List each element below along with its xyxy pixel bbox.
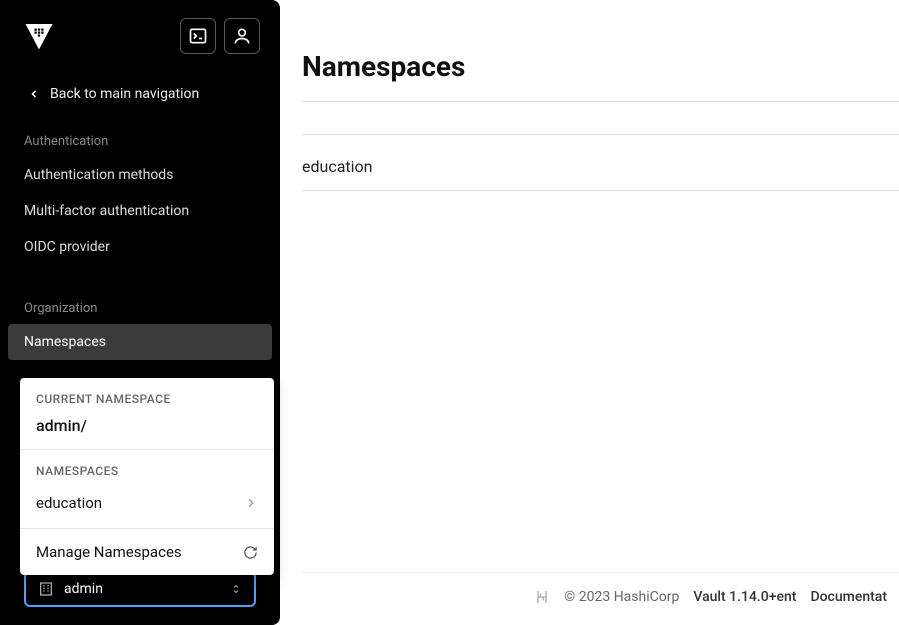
back-to-main-nav[interactable]: Back to main navigation [0, 68, 280, 122]
section-header-auth: Authentication [0, 122, 280, 157]
namespace-item-label: education [36, 494, 102, 512]
main-content: Namespaces education © 2023 HashiCorp Va… [280, 0, 899, 625]
namespace-row[interactable]: education [302, 135, 899, 191]
title-divider [302, 101, 899, 102]
updown-icon [230, 582, 242, 596]
page-title: Namespaces [280, 0, 899, 101]
namespace-item-education[interactable]: education [20, 484, 274, 522]
top-icons [180, 18, 260, 54]
back-label: Back to main navigation [50, 86, 199, 102]
nav-namespaces[interactable]: Namespaces [8, 324, 272, 360]
building-icon [38, 581, 54, 597]
namespace-popup: CURRENT NAMESPACE admin/ NAMESPACES educ… [20, 378, 274, 575]
chevron-right-icon [244, 496, 258, 510]
nav-oidc[interactable]: OIDC provider [0, 229, 280, 265]
hashicorp-icon [534, 589, 550, 605]
namespace-selector-value: admin [64, 581, 220, 597]
footer-version: Vault 1.14.0+ent [693, 589, 796, 605]
nav-auth-methods[interactable]: Authentication methods [0, 157, 280, 193]
terminal-button[interactable] [180, 18, 216, 54]
sidebar: Back to main navigation Authentication A… [0, 0, 280, 625]
current-namespace-value: admin/ [20, 412, 274, 449]
nav-mfa[interactable]: Multi-factor authentication [0, 193, 280, 229]
sidebar-top [0, 0, 280, 68]
footer: © 2023 HashiCorp Vault 1.14.0+ent Docume… [302, 572, 899, 625]
refresh-icon [243, 545, 258, 560]
user-button[interactable] [224, 18, 260, 54]
namespaces-list-label: NAMESPACES [20, 450, 274, 484]
footer-doc-link[interactable]: Documentat [810, 589, 887, 605]
footer-copyright: © 2023 HashiCorp [564, 589, 679, 605]
vault-logo [24, 21, 54, 51]
manage-namespaces[interactable]: Manage Namespaces [20, 528, 274, 575]
namespace-selector[interactable]: admin [24, 571, 256, 607]
section-header-org: Organization [0, 289, 280, 324]
chevron-left-icon [28, 88, 40, 100]
current-namespace-label: CURRENT NAMESPACE [20, 378, 274, 412]
manage-namespaces-label: Manage Namespaces [36, 543, 182, 561]
